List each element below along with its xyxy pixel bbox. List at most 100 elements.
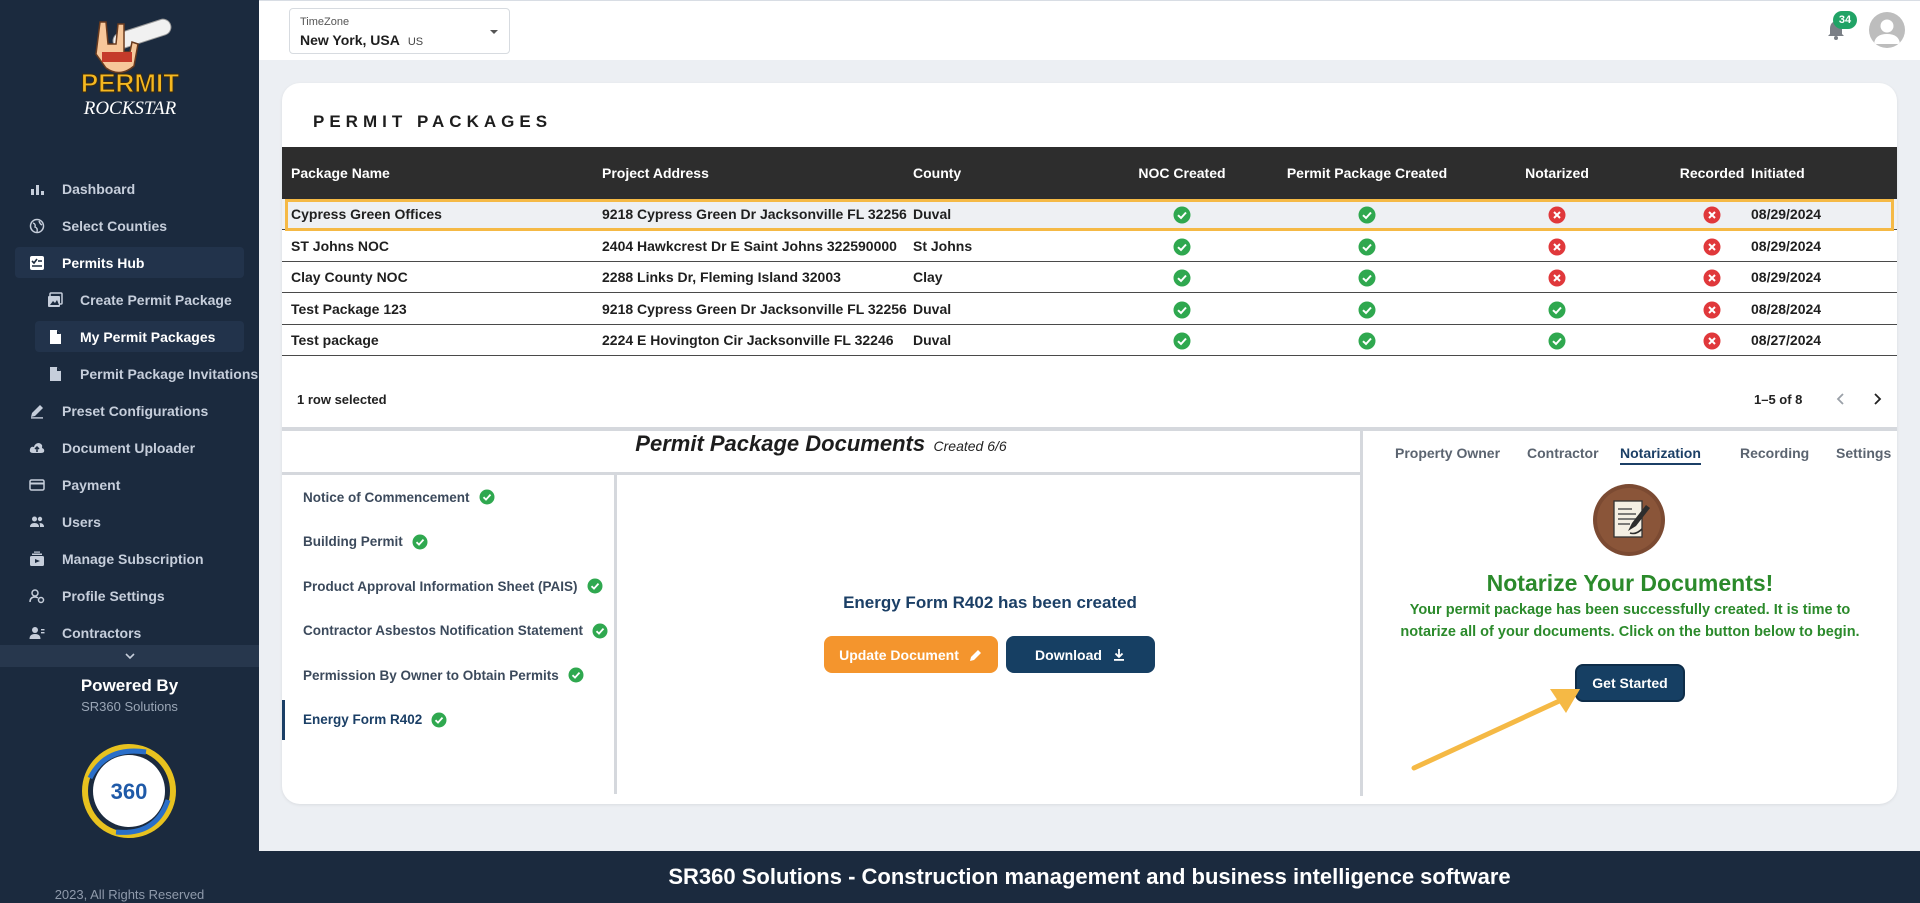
document-label: Contractor Asbestos Notification Stateme… — [303, 623, 584, 639]
pointer-arrow-icon — [1411, 689, 1580, 771]
check-circle-icon — [1173, 238, 1191, 256]
document-list-item[interactable]: Energy Form R402 — [282, 698, 614, 743]
timezone-value: New York, USA US — [300, 32, 424, 48]
sidebar-item-users[interactable]: Users — [0, 503, 259, 540]
panel-divider — [1360, 431, 1363, 796]
sidebar-item-my-permit-packages[interactable]: My Permit Packages — [0, 318, 259, 355]
x-circle-icon — [1548, 206, 1566, 224]
document-list-item[interactable]: Product Approval Information Sheet (PAIS… — [282, 564, 614, 609]
tab-settings[interactable]: Settings — [1836, 445, 1891, 461]
sidebar-item-label: Preset Configurations — [62, 402, 209, 419]
check-circle-icon — [592, 623, 608, 639]
document-created-message: Energy Form R402 has been created — [843, 593, 1137, 612]
tab-property-owner[interactable]: Property Owner — [1395, 445, 1500, 461]
pencil-icon — [969, 649, 981, 661]
download-icon — [1113, 648, 1124, 661]
table-row[interactable]: Cypress Green Offices 9218 Cypress Green … — [282, 199, 1897, 230]
document-list-item[interactable]: Contractor Asbestos Notification Stateme… — [282, 609, 614, 654]
chevron-right-icon[interactable] — [1868, 390, 1886, 408]
document-preview-panel: Energy Form R402 has been created Update… — [620, 475, 1360, 794]
column-header-noc-created[interactable]: NOC Created — [1097, 147, 1267, 199]
county-cell: Duval — [913, 300, 952, 317]
table-header: Package Name Project Address County NOC … — [282, 147, 1897, 199]
document-list-item[interactable]: Permission By Owner to Obtain Permits — [282, 653, 614, 698]
notarize-title: Notarize Your Documents! — [1486, 570, 1774, 596]
sidebar-item-profile-settings[interactable]: Profile Settings — [0, 577, 259, 614]
document-list-item[interactable]: Notice of Commencement — [282, 475, 614, 520]
pagination-range: 1–5 of 8 — [1754, 392, 1803, 407]
project-address-cell: 9218 Cypress Green Dr Jacksonville FL 32… — [602, 206, 907, 222]
notarize-description: Your permit package has been successfull… — [1400, 602, 1860, 640]
column-header-package-name[interactable]: Package Name — [291, 147, 390, 199]
x-circle-icon — [1548, 238, 1566, 256]
package-name-cell: Cypress Green Offices — [291, 206, 442, 222]
project-address-cell: 2404 Hawkcrest Dr E Saint Johns 32259000… — [602, 237, 897, 254]
noc-created-status — [1097, 325, 1267, 356]
avatar[interactable] — [1869, 12, 1905, 48]
download-button[interactable]: Download — [1006, 636, 1155, 673]
sidebar-collapse-toggle[interactable] — [0, 645, 259, 667]
project-address-cell: 2224 E Hovington Cir Jacksonville FL 322… — [602, 332, 894, 348]
sidebar-item-label: Manage Subscription — [62, 550, 204, 567]
noc-created-status — [1097, 262, 1267, 293]
sidebar-item-label: Dashboard — [62, 180, 136, 197]
sidebar-item-label: Contractors — [62, 624, 142, 641]
document-list-item[interactable]: Building Permit — [282, 520, 614, 565]
check-circle-icon — [479, 489, 495, 505]
initiated-date-cell: 08/29/2024 — [1751, 237, 1822, 254]
users-icon — [28, 513, 46, 531]
footer-banner: SR360 Solutions - Construction managemen… — [259, 851, 1920, 903]
notarized-status — [1482, 199, 1632, 230]
tab-contractor[interactable]: Contractor — [1527, 445, 1599, 461]
sidebar-item-permit-package-invitations[interactable]: Permit Package Invitations — [0, 355, 259, 392]
sidebar-item-manage-subscription[interactable]: Manage Subscription — [0, 540, 259, 577]
permit-package-created-status — [1262, 262, 1472, 293]
timezone-select[interactable]: TimeZone New York, USA US — [289, 8, 510, 54]
tab-notarization[interactable]: Notarization — [1620, 445, 1701, 465]
update-document-button[interactable]: Update Document — [824, 636, 998, 673]
check-circle-icon — [1173, 332, 1191, 350]
column-header-county[interactable]: County — [913, 147, 961, 199]
sidebar-item-create-permit-package[interactable]: Create Permit Package — [0, 281, 259, 318]
tab-recording[interactable]: Recording — [1740, 445, 1809, 461]
selection-status: 1 row selected — [297, 392, 387, 407]
sidebar-item-label: Permits Hub — [62, 254, 145, 271]
table-row[interactable]: ST Johns NOC 2404 Hawkcrest Dr E Saint Jo… — [282, 231, 1897, 262]
sidebar-item-permits-hub[interactable]: Permits Hub — [0, 244, 259, 281]
caret-down-icon — [490, 30, 498, 34]
notary-document-icon — [1593, 484, 1665, 556]
document-icon — [46, 365, 64, 383]
table-row[interactable]: Test package 2224 E Hovington Cir Jackson… — [282, 325, 1897, 356]
timezone-label: TimeZone — [300, 16, 350, 28]
chevron-left-icon[interactable] — [1832, 390, 1850, 408]
get-started-button[interactable]: Get Started — [1575, 664, 1685, 702]
column-header-project-address[interactable]: Project Address — [602, 147, 709, 199]
check-circle-icon — [1173, 206, 1191, 224]
permit-rockstar-logo[interactable]: PERMIT ROCKSTAR — [60, 14, 200, 134]
sidebar-item-label: Users — [62, 513, 101, 530]
column-header-initiated[interactable]: Initiated — [1751, 147, 1805, 199]
column-header-permit-package-created[interactable]: Permit Package Created — [1262, 147, 1472, 199]
column-header-notarized[interactable]: Notarized — [1482, 147, 1632, 199]
sidebar-item-label: My Permit Packages — [80, 328, 216, 345]
sidebar-item-document-uploader[interactable]: Document Uploader — [0, 429, 259, 466]
document-list: Notice of Commencement Building Permit Pro… — [282, 475, 617, 794]
check-circle-icon — [431, 712, 447, 728]
image-icon — [46, 291, 64, 309]
check-circle-icon — [1358, 332, 1376, 350]
sidebar-item-select-counties[interactable]: Select Counties — [0, 207, 259, 244]
table-row[interactable]: Test Package 123 9218 Cypress Green Dr Ja… — [282, 294, 1897, 325]
x-circle-icon — [1548, 269, 1566, 287]
sidebar-item-dashboard[interactable]: Dashboard — [0, 170, 259, 207]
sidebar-item-preset-configurations[interactable]: Preset Configurations — [0, 392, 259, 429]
county-cell: St Johns — [913, 237, 973, 254]
sr360-logo: 360 — [82, 744, 176, 838]
credit-card-icon — [28, 476, 46, 494]
sidebar-item-payment[interactable]: Payment — [0, 466, 259, 503]
table-row[interactable]: Clay County NOC 2288 Links Dr, Fleming Is… — [282, 262, 1897, 293]
top-bar: TimeZone New York, USA US 34 — [259, 0, 1920, 60]
cloud-upload-icon — [28, 439, 46, 457]
permit-package-created-status — [1262, 325, 1472, 356]
document-icon — [46, 328, 64, 346]
permit-package-created-status — [1262, 199, 1472, 230]
